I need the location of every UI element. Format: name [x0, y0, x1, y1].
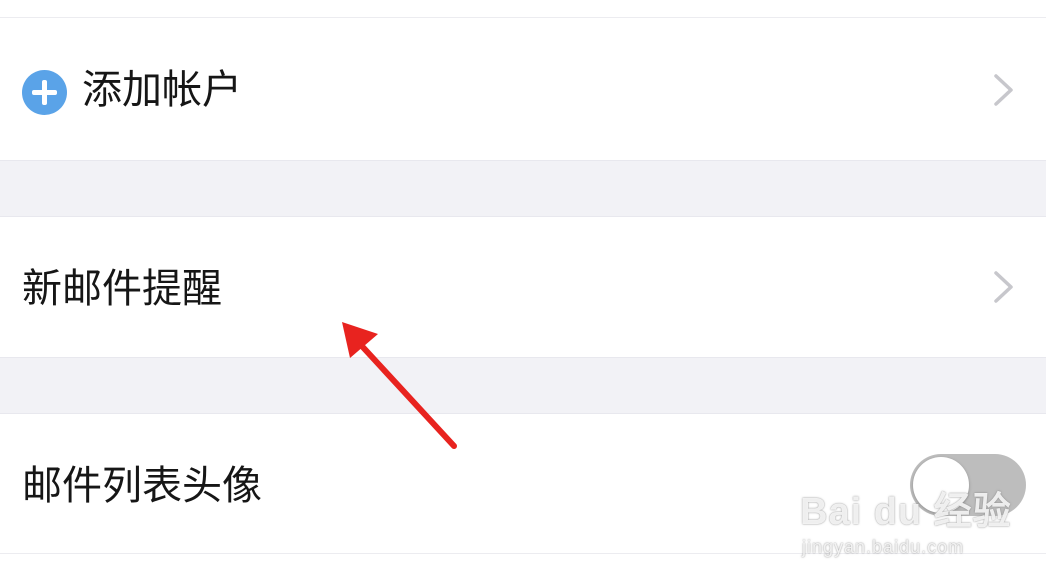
baidu-jingyan-watermark: Bai du 经验 jingyan.baidu.com — [800, 460, 1011, 570]
red-arrow-annotation — [342, 322, 457, 449]
new-mail-alert-label: 新邮件提醒 — [22, 266, 222, 312]
section-gap — [0, 357, 1046, 414]
add-account-row[interactable]: 添加帐户 — [0, 18, 1046, 160]
section-gap — [0, 160, 1046, 217]
add-account-label: 添加帐户 — [82, 67, 242, 113]
watermark-url: jingyan.baidu.com — [802, 537, 965, 557]
watermark-logo: Bai du 经验 — [800, 491, 1012, 533]
chevron-right-icon — [994, 271, 1013, 303]
chevron-right-icon — [994, 74, 1013, 106]
plus-circle-icon — [22, 70, 67, 115]
settings-page: 添加帐户 新邮件提醒 邮件列表头像 Bai du 经验 jingyan.baid… — [0, 0, 1046, 584]
mail-list-avatar-label: 邮件列表头像 — [22, 463, 262, 509]
new-mail-alert-row[interactable]: 新邮件提醒 — [0, 217, 1046, 357]
